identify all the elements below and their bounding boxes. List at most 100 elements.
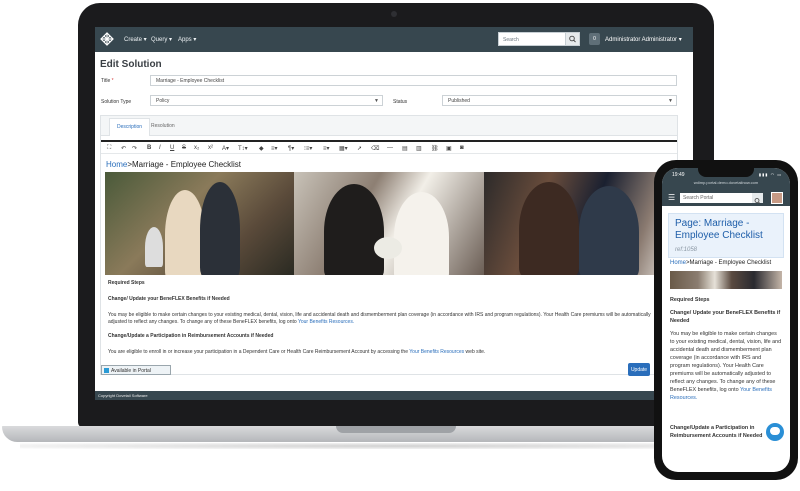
fullscreen-icon[interactable]: ⛶ xyxy=(107,145,111,152)
chevron-down-icon: ▼ xyxy=(374,98,379,104)
chat-bubble-icon xyxy=(770,427,780,435)
nav-create-label: Create xyxy=(124,37,143,43)
status-label: Status xyxy=(393,99,408,105)
format-icon[interactable]: ▦▾ xyxy=(339,145,348,152)
app-logo-icon[interactable] xyxy=(100,32,114,46)
phone-title-box: Page: Marriage - Employee Checklist ref:… xyxy=(668,213,784,258)
nav-create-menu[interactable]: Create ▾ xyxy=(124,36,147,43)
portal-search-button[interactable] xyxy=(752,193,763,204)
laptop-notch xyxy=(336,426,456,433)
search-input[interactable]: Search xyxy=(498,32,568,46)
update-button[interactable]: Update xyxy=(628,363,650,376)
phone-time: 19:49 xyxy=(672,172,685,178)
font-icon[interactable]: A▾ xyxy=(222,145,229,152)
nav-apps-label: Apps xyxy=(178,37,192,43)
phone-url: wdimp.portal.demo.dovetailnow.com xyxy=(693,180,759,185)
solution-type-label: Solution Type xyxy=(101,99,132,105)
solution-type-select[interactable]: Policy ▼ xyxy=(150,95,383,106)
top-nav: Create ▾ Query ▾ Apps ▾ Search 0 Adminis… xyxy=(95,27,693,52)
status-value: Published xyxy=(448,98,470,104)
hamburger-menu-icon[interactable]: ☰ xyxy=(668,193,675,202)
available-in-portal-checkbox[interactable]: Available in Portal xyxy=(101,365,171,375)
breadcrumb: Home>Marriage - Employee Checklist xyxy=(106,160,241,169)
phone-paragraph-benefits-text: You may be eligible to make certain chan… xyxy=(670,331,782,393)
phone-required-steps: Required Steps xyxy=(670,297,710,303)
benefits-resources-link-2[interactable]: Your Benefits Resources xyxy=(409,349,464,355)
signal-icon: ▮▮▮ ◠ ▭ xyxy=(758,172,782,177)
editor-content[interactable]: Home>Marriage - Employee Checklist Requi… xyxy=(103,157,676,374)
phone-ref: ref:1058 xyxy=(675,247,698,253)
phone-nav: ☰ Search Portal xyxy=(662,190,790,206)
page-title: Edit Solution xyxy=(100,59,162,70)
phone-paragraph-benefits: You may be eligible to make certain chan… xyxy=(670,330,782,402)
form-footer: Available in Portal Update xyxy=(95,362,693,382)
bold-icon[interactable]: B xyxy=(147,145,151,151)
table-icon[interactable]: ▤ xyxy=(402,145,408,152)
editor-tabs: Description Resolution xyxy=(101,116,677,136)
copyright-text: Copyright Dovetail Software xyxy=(98,393,148,398)
section-heading-reimbursement: Change/Update a Participation in Reimbur… xyxy=(108,333,274,339)
copyright-bar: Copyright Dovetail Software Press ? for … xyxy=(95,391,693,400)
subscript-icon[interactable]: x₂ xyxy=(194,145,199,151)
search-button[interactable] xyxy=(565,32,580,46)
benefits-resources-link[interactable]: Your Benefits Resources. xyxy=(298,319,354,325)
color-icon[interactable]: ◆ xyxy=(259,145,264,152)
tab-description[interactable]: Description xyxy=(109,118,151,136)
search-icon xyxy=(754,198,761,204)
phone-breadcrumb-current: >Marriage - Employee Checklist xyxy=(686,260,772,266)
notification-badge[interactable]: 0 xyxy=(589,33,600,45)
phone-status-bar: 19:49 ▮▮▮ ◠ ▭ wdimp.portal.demo.dovetail… xyxy=(662,168,790,190)
wedding-photo-1 xyxy=(105,172,295,275)
paragraph-reimbursement: You are eligible to enroll in or increas… xyxy=(108,349,668,356)
required-steps-heading: Required Steps xyxy=(108,280,145,286)
phone-breadcrumb-home-link[interactable]: Home xyxy=(670,260,686,266)
section-heading-benefits: Change/ Update your BeneFLEX Benefits if… xyxy=(108,296,230,302)
avatar[interactable] xyxy=(771,192,783,204)
chevron-down-icon: ▼ xyxy=(668,98,673,104)
available-in-portal-label: Available in Portal xyxy=(111,368,151,374)
editor-panel: Description Resolution ⛶ ↶ ↷ B I U S x₂ … xyxy=(100,115,678,375)
nav-query-menu[interactable]: Query ▾ xyxy=(151,36,172,43)
title-input[interactable]: Marriage - Employee Checklist xyxy=(150,75,677,86)
undo-icon[interactable]: ↶ xyxy=(121,145,126,152)
paragraph-reimbursement-text: You are eligible to enroll in or increas… xyxy=(108,349,408,355)
editor-toolbar: ⛶ ↶ ↷ B I U S x₂ x² A▾ T↕▾ ◆ ≡▾ ¶▾ ⁝≡▾ ≡… xyxy=(101,140,677,154)
breadcrumb-home-link[interactable]: Home xyxy=(106,160,127,169)
font-size-icon[interactable]: T↕▾ xyxy=(238,145,248,152)
paragraph-benefits: You may be eligible to make certain chan… xyxy=(108,312,668,326)
portal-search-input[interactable]: Search Portal xyxy=(680,193,754,203)
phone-heading-benefits: Change/ Update your BeneFLEX Benefits if… xyxy=(670,310,781,324)
insert-icon[interactable]: ▥ xyxy=(416,145,422,152)
phone-breadcrumb: Home>Marriage - Employee Checklist xyxy=(670,260,771,266)
solution-type-value: Policy xyxy=(156,98,170,104)
image-icon[interactable]: ▣ xyxy=(446,145,452,152)
phone-notch xyxy=(698,168,754,177)
list-icon[interactable]: ≡▾ xyxy=(323,145,330,152)
cursor-icon[interactable]: ➚ xyxy=(357,145,362,152)
laptop-screen: Create ▾ Query ▾ Apps ▾ Search 0 Adminis… xyxy=(95,27,693,400)
chat-button[interactable] xyxy=(766,423,784,441)
align-icon[interactable]: ≡▾ xyxy=(271,145,278,152)
paragraph-icon[interactable]: ¶▾ xyxy=(288,145,294,152)
user-menu[interactable]: Administrator Administrator ▾ xyxy=(605,36,682,43)
paragraph-reimbursement-end: web site. xyxy=(465,349,486,355)
nav-query-label: Query xyxy=(151,37,168,43)
superscript-icon[interactable]: x² xyxy=(208,145,213,151)
title-label-text: Title xyxy=(101,78,111,84)
checkbox-checked-icon xyxy=(104,368,109,373)
link-icon[interactable]: ⛓ xyxy=(431,145,439,152)
camera-icon[interactable]: ◙ xyxy=(460,145,464,151)
list-ordered-icon[interactable]: ⁝≡▾ xyxy=(304,145,312,152)
tab-resolution[interactable]: Resolution xyxy=(151,123,175,129)
status-select[interactable]: Published ▼ xyxy=(442,95,677,106)
user-name: Administrator Administrator xyxy=(605,37,678,43)
nav-apps-menu[interactable]: Apps ▾ xyxy=(178,36,196,43)
strikethrough-icon[interactable]: S xyxy=(182,145,186,151)
wedding-photo-2 xyxy=(294,172,484,275)
redo-icon[interactable]: ↷ xyxy=(132,145,137,152)
divider-icon[interactable]: — xyxy=(387,145,393,151)
underline-icon[interactable]: U xyxy=(170,145,174,151)
title-label: Title * xyxy=(101,78,114,84)
eraser-icon[interactable]: ⌫ xyxy=(371,145,379,152)
italic-icon[interactable]: I xyxy=(159,145,161,151)
